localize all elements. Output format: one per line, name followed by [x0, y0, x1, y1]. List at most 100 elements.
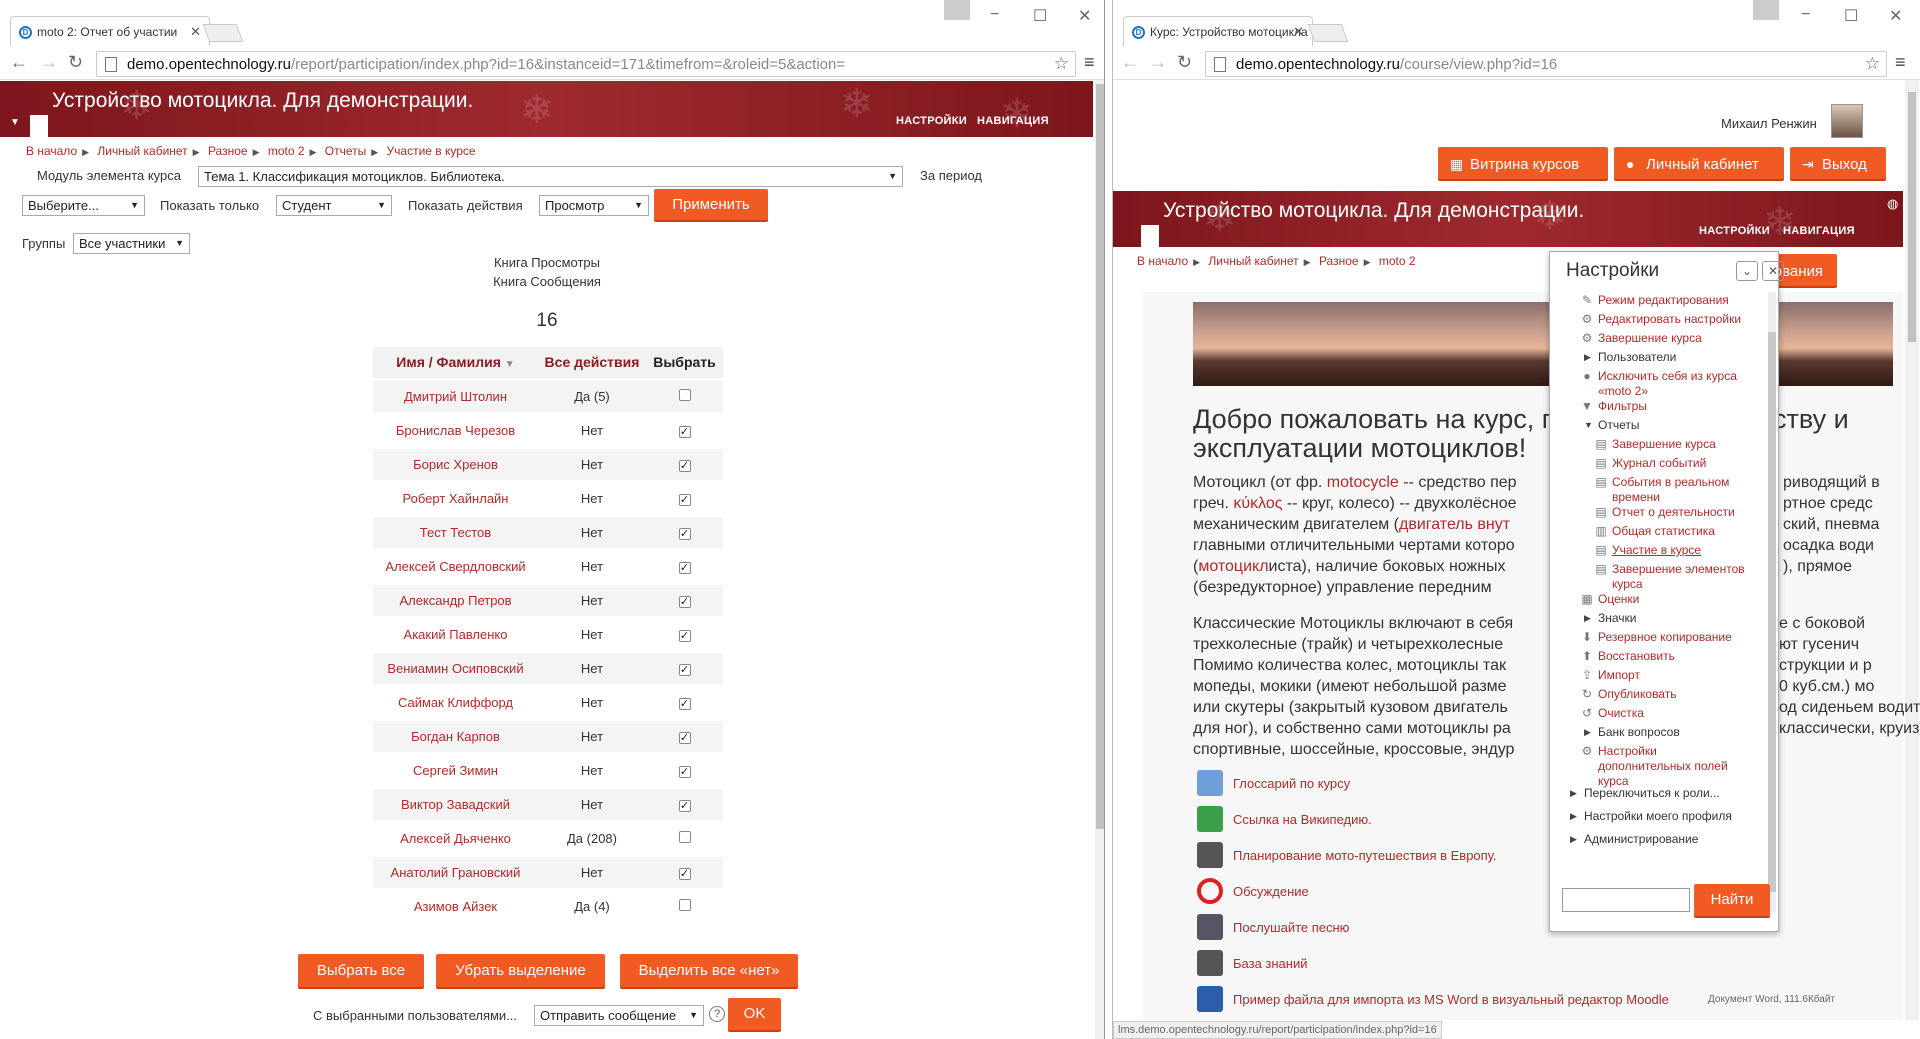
- settings-item[interactable]: Импорт: [1598, 668, 1788, 683]
- settings-item[interactable]: Участие в курсе: [1612, 543, 1802, 558]
- inline-link[interactable]: motocycle: [1327, 474, 1399, 491]
- word-icon[interactable]: [1197, 986, 1223, 1012]
- settings-item[interactable]: Завершение элементов курса: [1612, 562, 1762, 592]
- breadcrumb-item[interactable]: Личный кабинет: [1208, 254, 1298, 268]
- settings-item[interactable]: Настройки дополнительных полей курса: [1598, 744, 1748, 789]
- participant-name[interactable]: Сергей Зимин: [373, 751, 538, 787]
- breadcrumb-item[interactable]: В начало: [1137, 254, 1188, 268]
- settings-item[interactable]: Значки: [1598, 611, 1788, 626]
- course-title[interactable]: Устройство мотоцикла. Для демонстрации.: [1163, 199, 1584, 223]
- participant-name[interactable]: Вениамин Осиповский: [373, 649, 538, 685]
- participant-name[interactable]: Дмитрий Штолин: [373, 377, 538, 413]
- apply-button[interactable]: Применить: [654, 189, 768, 220]
- settings-item[interactable]: Настройки моего профиля: [1584, 809, 1774, 824]
- settings-search-input[interactable]: [1562, 888, 1690, 912]
- resource-link[interactable]: Обсуждение: [1233, 884, 1309, 899]
- participant-name[interactable]: Алексей Свердловский: [373, 547, 538, 583]
- settings-search-button[interactable]: Найти: [1694, 884, 1770, 916]
- maximize-icon[interactable]: ☐: [1033, 6, 1047, 26]
- breadcrumb-item[interactable]: moto 2: [1379, 254, 1416, 268]
- address-bar[interactable]: demo.opentechnology.ru/course/view.php?i…: [1205, 51, 1887, 77]
- breadcrumb-item[interactable]: В начало: [26, 144, 77, 158]
- back-icon[interactable]: ←: [1121, 52, 1139, 73]
- close-window-icon[interactable]: ✕: [1889, 6, 1902, 26]
- select-checkbox[interactable]: ✓: [678, 493, 691, 506]
- help-icon[interactable]: ?: [709, 1006, 725, 1022]
- page-scrollbar[interactable]: [1905, 80, 1919, 1020]
- browser-tab-participation[interactable]: D moto 2: Отчет об участии ✕: [10, 16, 210, 46]
- reload-icon[interactable]: ↻: [1177, 52, 1192, 73]
- settings-item[interactable]: Отчеты: [1598, 418, 1788, 433]
- new-tab-button[interactable]: [1307, 24, 1349, 42]
- settings-item[interactable]: Отчет о деятельности: [1612, 505, 1802, 520]
- participant-name[interactable]: Александр Петров: [373, 581, 538, 617]
- nav-settings[interactable]: НАСТРОЙКИ: [1699, 225, 1770, 237]
- glossary-icon[interactable]: [1197, 770, 1223, 796]
- inline-link[interactable]: κύκλος: [1233, 495, 1282, 512]
- browser-menu-icon[interactable]: ≡: [1084, 52, 1095, 73]
- settings-item[interactable]: Исключить себя из курса «moto 2»: [1598, 369, 1748, 399]
- select-checkbox[interactable]: ✓: [678, 425, 691, 438]
- select-checkbox[interactable]: ✓: [678, 527, 691, 540]
- page-scrollbar[interactable]: [1095, 80, 1104, 1039]
- breadcrumb-item[interactable]: Отчеты: [325, 144, 366, 158]
- select-checkbox[interactable]: ✓: [678, 459, 691, 472]
- actions-select[interactable]: Просмотр ▼: [539, 195, 649, 216]
- globe-icon[interactable]: ◍: [1887, 196, 1898, 212]
- resource-link[interactable]: База знаний: [1233, 956, 1308, 971]
- url-icon[interactable]: [1197, 806, 1223, 832]
- select-checkbox[interactable]: ✓: [678, 663, 691, 676]
- scrollbar-thumb[interactable]: [1908, 92, 1916, 342]
- nav-navigation[interactable]: НАВИГАЦИЯ: [1783, 225, 1855, 237]
- reload-icon[interactable]: ↻: [68, 52, 83, 73]
- select-checkbox[interactable]: ✓: [678, 765, 691, 778]
- settings-item[interactable]: Очистка: [1598, 706, 1788, 721]
- close-tab-icon[interactable]: ✕: [190, 24, 201, 40]
- collapse-icon[interactable]: ▼: [10, 117, 20, 128]
- settings-item[interactable]: Восстановить: [1598, 649, 1788, 664]
- forum-icon[interactable]: [1197, 878, 1223, 904]
- new-tab-button[interactable]: [202, 24, 244, 42]
- dock-collapse-icon[interactable]: ⌄: [1736, 261, 1758, 281]
- ok-button[interactable]: OK: [728, 998, 781, 1030]
- logout-button[interactable]: ⇥ Выход: [1790, 147, 1886, 179]
- profile-icon[interactable]: [1753, 0, 1779, 20]
- audio-icon[interactable]: [1197, 914, 1223, 940]
- inline-link[interactable]: двигатель внут: [1399, 516, 1510, 533]
- resource-link[interactable]: Пример файла для импорта из MS Word в ви…: [1233, 992, 1669, 1007]
- settings-item[interactable]: Редактировать настройки: [1598, 312, 1788, 327]
- breadcrumb-item[interactable]: Разное: [208, 144, 248, 158]
- participant-name[interactable]: Богдан Карпов: [373, 717, 538, 753]
- workshop-icon[interactable]: [1197, 842, 1223, 868]
- bulk-action-select[interactable]: Отправить сообщение ▼: [534, 1005, 704, 1026]
- module-select[interactable]: Тема 1. Классификация мотоциклов. Библио…: [198, 166, 903, 187]
- select-all-button[interactable]: Выбрать все: [298, 954, 424, 987]
- participant-name[interactable]: Алексей Дьяченко: [373, 819, 538, 855]
- close-tab-icon[interactable]: ✕: [1293, 24, 1304, 40]
- select-checkbox[interactable]: ✓: [678, 697, 691, 710]
- browser-menu-icon[interactable]: ≡: [1895, 52, 1906, 73]
- select-checkbox[interactable]: [678, 830, 691, 843]
- settings-item[interactable]: Переключиться к роли...: [1584, 786, 1774, 801]
- settings-item[interactable]: Резервное копирование: [1598, 630, 1788, 645]
- browser-tab-course[interactable]: D Курс: Устройство мотоцикла ✕: [1123, 16, 1313, 46]
- bookmark-star-icon[interactable]: ☆: [1054, 54, 1069, 74]
- settings-item[interactable]: Фильтры: [1598, 399, 1788, 414]
- maximize-icon[interactable]: ☐: [1844, 6, 1858, 26]
- col-header-name[interactable]: Имя / Фамилия ▼: [373, 347, 538, 379]
- user-name[interactable]: Михаил Ренжин: [1721, 116, 1817, 131]
- settings-item[interactable]: Пользователи: [1598, 350, 1788, 365]
- deselect-all-button[interactable]: Убрать выделение: [436, 954, 605, 987]
- course-title[interactable]: Устройство мотоцикла. Для демонстрации.: [52, 89, 473, 113]
- select-checkbox[interactable]: ✓: [678, 629, 691, 642]
- select-checkbox[interactable]: [678, 899, 691, 912]
- minimize-icon[interactable]: −: [990, 6, 999, 24]
- back-icon[interactable]: ←: [10, 52, 28, 73]
- bookmark-star-icon[interactable]: ☆: [1865, 54, 1880, 74]
- personal-cabinet-button[interactable]: ● Личный кабинет: [1614, 147, 1784, 179]
- nav-settings[interactable]: НАСТРОЙКИ: [896, 115, 967, 127]
- forward-icon[interactable]: →: [40, 52, 58, 73]
- participant-name[interactable]: Бронислав Черезов: [373, 411, 538, 447]
- participant-name[interactable]: Борис Хренов: [373, 445, 538, 481]
- participant-name[interactable]: Виктор Завадский: [373, 785, 538, 821]
